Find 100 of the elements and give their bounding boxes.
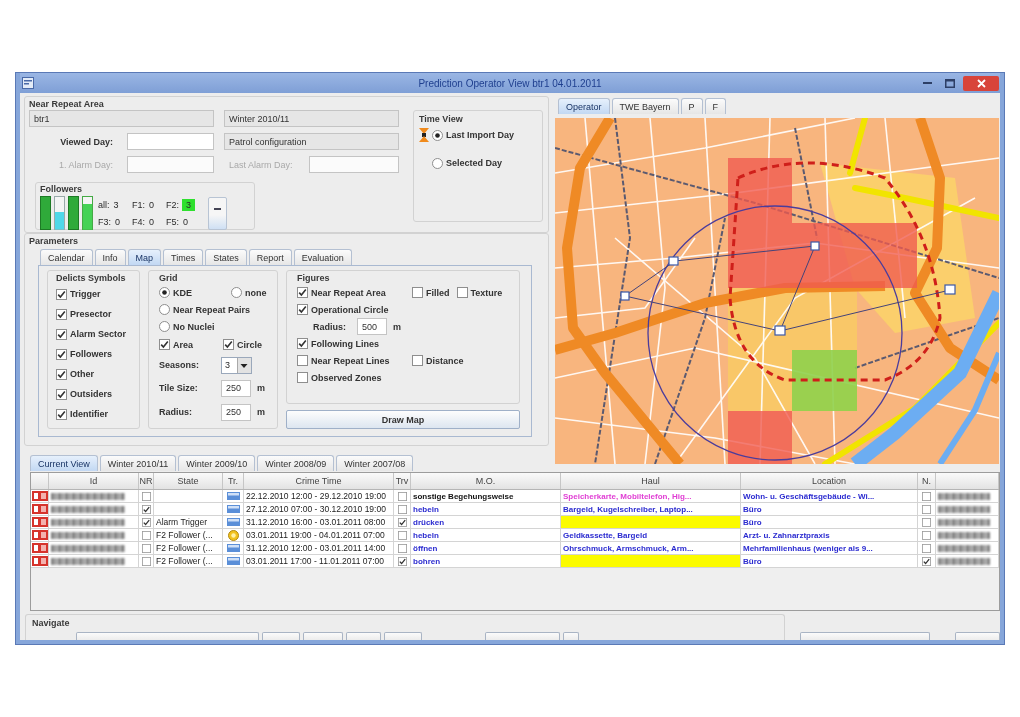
nav-button[interactable] <box>303 632 343 640</box>
checkbox-label[interactable]: Operational Circle <box>311 304 389 315</box>
checkbox-label[interactable]: Alarm Sector <box>70 329 127 339</box>
checkbox[interactable] <box>56 328 67 340</box>
checkbox-label[interactable]: Presector <box>70 309 112 319</box>
checkbox-label[interactable]: Identifier <box>70 409 108 419</box>
number-field[interactable]: 250 <box>221 379 251 397</box>
checkbox-label[interactable]: Distance <box>426 355 464 366</box>
radio-button[interactable] <box>432 129 443 141</box>
checkbox-label[interactable]: Trigger <box>70 289 101 299</box>
checkbox[interactable] <box>141 556 151 566</box>
checkbox[interactable] <box>297 355 308 366</box>
checkbox[interactable] <box>141 543 151 553</box>
checkbox[interactable] <box>922 504 931 514</box>
tab[interactable]: Winter 2008/09 <box>257 455 335 471</box>
tab[interactable]: Winter 2010/11 <box>99 455 177 471</box>
draw-map-button[interactable]: Draw Map <box>286 410 520 429</box>
checkbox[interactable] <box>922 543 931 553</box>
checkbox-label[interactable]: Outsiders <box>70 389 112 399</box>
toggle-button[interactable] <box>208 196 227 230</box>
checkbox[interactable] <box>922 517 931 527</box>
tab[interactable]: Evaluation <box>293 249 352 265</box>
checkbox-label[interactable]: Circle <box>237 339 262 350</box>
checkbox[interactable] <box>141 491 151 501</box>
checkbox-label[interactable]: Followers <box>70 349 112 359</box>
radio-button[interactable] <box>231 287 242 298</box>
tab[interactable]: Info <box>94 249 126 265</box>
checkbox-label[interactable]: Near Repeat Lines <box>311 355 390 366</box>
checkbox-label[interactable]: Following Lines <box>311 338 379 349</box>
radio-label[interactable]: none <box>245 287 267 298</box>
nav-button[interactable] <box>800 632 930 640</box>
tab[interactable]: Times <box>163 249 204 265</box>
tab[interactable]: TWE Bayern <box>611 98 679 114</box>
configuration-field[interactable]: Patrol configuration <box>224 133 399 150</box>
checkbox[interactable] <box>397 530 407 540</box>
date-field[interactable] <box>309 156 399 173</box>
tab[interactable]: F <box>704 98 727 114</box>
radio-button[interactable] <box>159 321 170 332</box>
checkbox[interactable] <box>397 504 407 514</box>
checkbox[interactable] <box>456 287 468 298</box>
checkbox[interactable] <box>397 517 407 527</box>
checkbox[interactable] <box>412 287 423 298</box>
checkbox[interactable] <box>922 530 931 540</box>
checkbox[interactable] <box>141 530 151 540</box>
tab[interactable]: Current View <box>30 455 98 471</box>
date-field[interactable] <box>127 133 214 150</box>
number-field[interactable]: 500 <box>357 318 387 335</box>
checkbox-label[interactable]: Near Repeat Area <box>311 287 386 298</box>
radio-button[interactable] <box>432 157 443 169</box>
nav-button[interactable] <box>76 632 259 640</box>
tab[interactable]: States <box>205 249 247 265</box>
checkbox[interactable] <box>397 543 407 553</box>
checkbox[interactable] <box>56 288 67 300</box>
checkbox[interactable] <box>922 491 931 501</box>
checkbox[interactable] <box>922 556 931 566</box>
checkbox[interactable] <box>141 517 151 527</box>
checkbox-label[interactable]: Observed Zones <box>311 372 382 383</box>
checkbox[interactable] <box>56 368 67 380</box>
number-field[interactable]: 250 <box>221 403 251 421</box>
tab[interactable]: Winter 2009/10 <box>178 455 256 471</box>
close-button[interactable] <box>963 75 999 91</box>
nav-button[interactable] <box>384 632 422 640</box>
checkbox-label[interactable]: Filled <box>426 287 450 298</box>
radio-label[interactable]: Near Repeat Pairs <box>173 304 251 315</box>
checkbox[interactable] <box>141 504 151 514</box>
checkbox[interactable] <box>56 348 67 360</box>
radio-label[interactable]: Selected Day <box>446 158 503 168</box>
checkbox[interactable] <box>297 338 308 349</box>
radio-button[interactable] <box>159 287 170 298</box>
tab[interactable]: P <box>680 98 703 114</box>
radio-label[interactable]: KDE <box>173 287 192 298</box>
checkbox[interactable] <box>297 304 308 315</box>
nav-button[interactable] <box>563 632 579 640</box>
checkbox-label[interactable]: Area <box>173 339 193 350</box>
date-field[interactable] <box>127 156 214 173</box>
dropdown[interactable]: 3 <box>221 356 252 374</box>
checkbox-label[interactable]: Other <box>70 369 94 379</box>
checkbox[interactable] <box>412 355 423 366</box>
radio-label[interactable]: Last Import Day <box>446 130 514 140</box>
radio-button[interactable] <box>159 304 170 315</box>
checkbox[interactable] <box>56 408 67 420</box>
checkbox[interactable] <box>297 287 308 298</box>
nav-button[interactable] <box>262 632 300 640</box>
checkbox[interactable] <box>297 372 308 383</box>
season-field[interactable]: Winter 2010/11 <box>224 110 399 127</box>
nav-button[interactable] <box>346 632 381 640</box>
checkbox[interactable] <box>56 388 67 400</box>
checkbox[interactable] <box>397 491 407 501</box>
checkbox[interactable] <box>223 339 234 350</box>
checkbox-label[interactable]: Texture <box>470 287 503 298</box>
nav-button[interactable] <box>485 632 560 640</box>
nav-button[interactable] <box>955 632 1000 640</box>
checkbox[interactable] <box>56 308 67 320</box>
checkbox[interactable] <box>159 339 170 350</box>
tab[interactable]: Winter 2007/08 <box>336 455 414 471</box>
checkbox[interactable] <box>397 556 407 566</box>
tab[interactable]: Operator <box>558 98 610 114</box>
tab[interactable]: Calendar <box>40 249 93 265</box>
radio-label[interactable]: No Nuclei <box>173 321 215 332</box>
tab[interactable]: Report <box>248 249 292 265</box>
